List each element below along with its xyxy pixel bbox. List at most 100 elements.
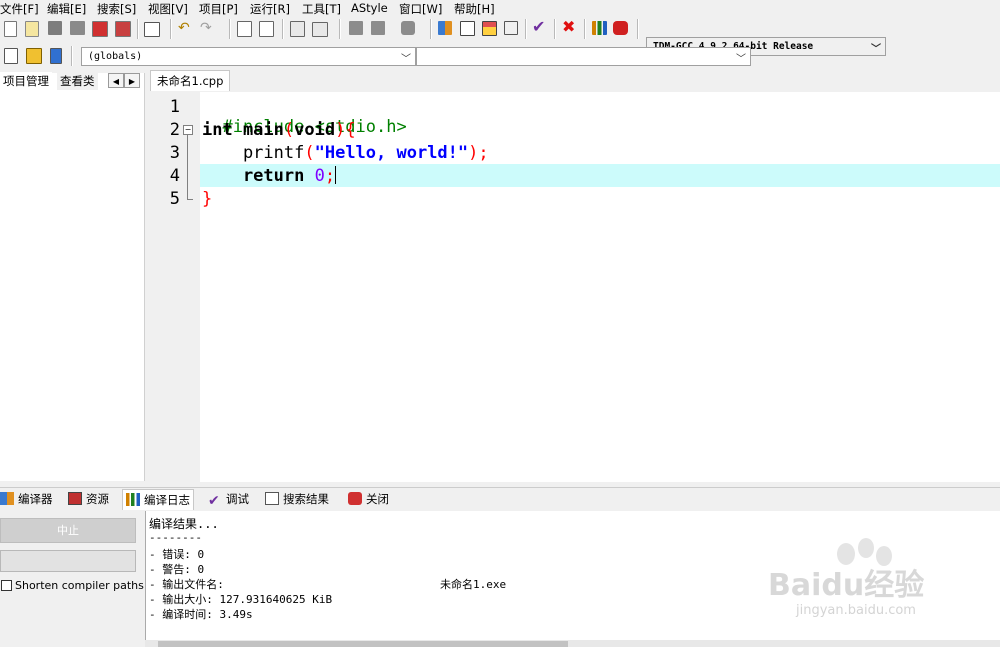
member-select[interactable]: ﹀ [416,47,751,66]
fold-collapse-icon[interactable]: − [183,125,193,135]
menu-view[interactable]: 视图[V] [148,1,188,17]
resources-icon [68,492,82,505]
toolbar-separator [430,19,432,39]
menu-bar: 文件[F] 编辑[E] 搜索[S] 视图[V] 项目[P] 运行[R] 工具[T… [0,0,1000,16]
menu-help[interactable]: 帮助[H] [454,1,495,17]
layout-grid-icon[interactable] [438,21,452,35]
find-icon[interactable] [237,21,252,37]
code-token: "Hello, world!" [314,143,469,163]
menu-astyle[interactable]: AStyle [351,1,388,15]
log-line: - 输出大小: 127.931640625 KiB [149,593,333,606]
tile-icon[interactable] [504,21,518,35]
search-icon [265,492,279,505]
redo-icon[interactable]: ↷ [200,21,216,37]
secondary-toolbar: (globals) ﹀ ﹀ [0,44,760,70]
tab-project-manager[interactable]: 项目管理 [0,72,52,90]
line-number: 2 [169,120,180,140]
chart-icon[interactable] [592,21,607,35]
menu-edit[interactable]: 编辑[E] [47,1,86,17]
code-token: } [202,189,213,209]
chevron-down-icon: ﹀ [736,54,746,65]
log-line: -------- [149,531,202,544]
window-icon[interactable] [460,21,475,36]
toolbar-separator [637,19,639,39]
indent-icon[interactable] [349,21,363,35]
log-line: - 输出文件名: [149,578,224,591]
tab-close[interactable]: 关闭 [348,489,389,509]
tab-compiler[interactable]: 编译器 [0,489,53,509]
shorten-paths-label: Shorten compiler paths [15,579,144,592]
menu-project[interactable]: 项目[P] [199,1,238,17]
tab-label: 搜索结果 [283,492,329,506]
log-output-filename: 未命名1.exe [440,578,507,591]
code-token: return [202,166,315,186]
toolbar-separator [282,19,284,39]
line-number: 5 [169,189,180,209]
stop-compile-button[interactable]: 中止 [0,518,136,543]
open-file-icon[interactable] [25,21,39,37]
tab-debug[interactable]: ✔ 调试 [208,489,249,509]
log-line: 编译结果... [149,517,219,531]
log-line: - 错误: 0 [149,548,205,561]
print-icon[interactable] [144,22,160,37]
code-token: ( [304,143,315,163]
menu-run[interactable]: 运行[R] [250,1,290,17]
code-token: 0 [314,166,325,186]
save-icon[interactable] [48,21,62,35]
grid-icon [0,492,14,505]
code-line: int main(void){ [202,120,356,140]
code-line: } [202,189,212,209]
main-toolbar: ↶ ↷ ✔ ✖ TDM-GCC 4.9.2 64-bit Release ﹀ [0,17,1000,56]
profile-icon[interactable] [613,21,628,35]
scrollbar-thumb[interactable] [158,641,568,647]
debug-icon[interactable] [50,48,62,64]
insert-icon[interactable] [4,48,18,64]
toolbar-separator [170,19,172,39]
code-line: printf("Hello, world!"); [202,143,489,163]
scope-select[interactable]: (globals) ﹀ [81,47,416,66]
bookmark-icon[interactable] [312,22,328,37]
chevron-down-icon: ﹀ [871,44,881,55]
toolbar-separator [584,19,586,39]
close-all-icon[interactable] [115,21,131,37]
code-token: int main [202,120,284,140]
fold-guide-line [187,135,188,200]
line-number: 1 [169,97,180,117]
chevron-down-icon: ﹀ [401,54,411,65]
menu-file[interactable]: 文件[F] [0,1,39,17]
goto-icon[interactable] [26,48,42,64]
new-file-icon[interactable] [4,21,17,37]
watermark-brand: Baidu经验 [768,568,925,603]
tab-search-results[interactable]: 搜索结果 [265,489,329,509]
code-line: return 0; [202,166,337,186]
tab-label: 编译日志 [144,493,190,507]
menu-search[interactable]: 搜索[S] [97,1,136,17]
tab-scroll-right-icon[interactable]: ▶ [124,73,140,88]
fold-end-marker [187,199,193,200]
close-file-icon[interactable] [92,21,108,37]
save-all-icon[interactable] [70,21,85,35]
replace-icon[interactable] [259,21,274,37]
shorten-paths-checkbox[interactable] [1,580,12,591]
tab-class-view[interactable]: 查看类 [57,72,98,90]
tab-scroll-left-icon[interactable]: ◀ [108,73,124,88]
goto-line-icon[interactable] [290,21,305,37]
toggle-comment-icon[interactable] [401,21,415,35]
delete-icon[interactable]: ✖ [562,19,578,35]
toolbar-separator [554,19,556,39]
undo-icon[interactable]: ↶ [178,21,194,37]
menu-window[interactable]: 窗口[W] [399,1,442,17]
menu-tools[interactable]: 工具[T] [302,1,341,17]
scope-select-value: (globals) [88,51,143,62]
toggle-panel-icon[interactable] [482,21,497,36]
tab-label: 资源 [86,492,109,506]
log-line: - 警告: 0 [149,563,205,576]
check-icon: ✔ [208,493,220,509]
tab-label: 编译器 [18,492,53,506]
check-syntax-icon[interactable]: ✔ [532,19,548,35]
log-line: - 编译时间: 3.49s [149,608,253,621]
tab-resources[interactable]: 资源 [68,489,109,509]
unindent-icon[interactable] [371,21,385,35]
editor-file-tab[interactable]: 未命名1.cpp [150,70,231,91]
tab-compile-log[interactable]: 编译日志 [122,489,194,510]
